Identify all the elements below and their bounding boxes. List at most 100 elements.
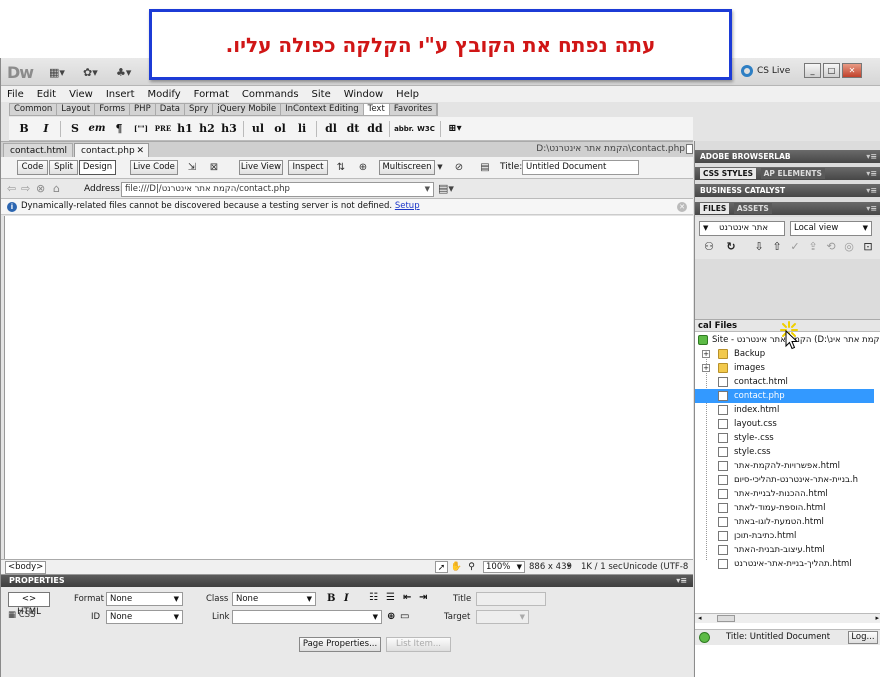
dt-button[interactable]: dt (342, 122, 364, 135)
dd-button[interactable]: dd (364, 122, 386, 135)
check-out-icon[interactable]: ✓ (787, 238, 803, 253)
tab-data[interactable]: Data (156, 104, 185, 115)
tree-file[interactable]: style.css (695, 445, 874, 459)
scroll-left-icon[interactable]: ◂ (698, 614, 702, 622)
window-size[interactable]: 886 x 439 (529, 562, 572, 572)
menu-window[interactable]: Window (344, 89, 383, 100)
panel-menu-icon[interactable]: ▾≡ (866, 167, 877, 180)
sync-icon[interactable]: ⟲ (823, 238, 839, 253)
back-icon[interactable]: ⇦ (7, 182, 16, 195)
menu-file[interactable]: File (7, 89, 24, 100)
layout-switcher-icon[interactable]: ▦▾ (49, 65, 65, 79)
menu-modify[interactable]: Modify (148, 89, 181, 100)
forward-icon[interactable]: ⇨ (21, 182, 30, 195)
tab-favorites[interactable]: Favorites (390, 104, 438, 115)
log-button[interactable]: Log... (848, 631, 878, 644)
get-files-icon[interactable]: ⇩ (751, 238, 767, 253)
site-icon[interactable]: ♣▾ (116, 65, 131, 79)
italic-button[interactable]: I (35, 122, 57, 135)
tab-spry[interactable]: Spry (185, 104, 214, 115)
tree-file[interactable]: index.html (695, 403, 874, 417)
tree-file[interactable]: בניית-אתר-אינטרנט-תהליכי-סיום.h (695, 473, 874, 487)
menu-help[interactable]: Help (396, 89, 419, 100)
extend-icon[interactable]: ✿▾ (83, 65, 98, 79)
list-item-button[interactable]: List Item... (386, 637, 451, 652)
multiscreen-button[interactable]: Multiscreen (379, 160, 435, 175)
cs-live-button[interactable]: CS Live (741, 65, 790, 77)
preview-icon[interactable]: ⊘ (451, 161, 467, 174)
panel-menu-icon[interactable]: ▾≡ (676, 575, 687, 587)
browser-options-icon[interactable]: ▤▾ (438, 182, 454, 195)
li-button[interactable]: li (291, 122, 313, 135)
close-tab-icon[interactable]: ✕ (136, 144, 144, 158)
ul-button[interactable]: ul (247, 122, 269, 135)
menu-insert[interactable]: Insert (106, 89, 135, 100)
hand-tool-icon[interactable]: ✋ (450, 561, 463, 573)
chevron-down-icon[interactable]: ▼ (425, 183, 430, 196)
check-in-icon[interactable]: ⇪ (805, 238, 821, 253)
tab-forms[interactable]: Forms (95, 104, 131, 115)
tree-file[interactable]: עיצוב-תבנית-האתר.html (695, 543, 874, 557)
menu-format[interactable]: Format (194, 89, 229, 100)
file-management-icon[interactable]: ▤ (477, 161, 493, 174)
html-mode-button[interactable]: <> HTML (8, 592, 50, 617)
visual-aids-icon[interactable]: ⊠ (206, 161, 222, 174)
title-input[interactable]: Untitled Document (522, 160, 639, 175)
id-select[interactable]: None ▼ (106, 610, 183, 624)
properties-header[interactable]: PROPERTIES ▾≡ (1, 575, 693, 587)
tab-incontext-editing[interactable]: InContext Editing (281, 104, 364, 115)
panel-menu-icon[interactable]: ▾≡ (866, 184, 877, 197)
scroll-thumb[interactable] (717, 615, 735, 622)
view-select[interactable]: Local view ▼ (790, 221, 872, 236)
tab-php[interactable]: PHP (130, 104, 156, 115)
design-view[interactable] (4, 216, 693, 559)
chevron-down-icon[interactable]: ▼ (435, 161, 445, 174)
indent-icon[interactable]: ⇥ (419, 592, 427, 603)
tree-file-selected[interactable]: contact.php (695, 389, 874, 403)
link-input[interactable]: ▼ (232, 610, 382, 624)
unordered-list-icon[interactable]: ☷ (369, 592, 378, 603)
tree-file[interactable]: כתיבת-תוכן.html (695, 529, 874, 543)
site-select[interactable]: אתר אינטרנט ▼ (699, 221, 785, 236)
css-styles-panel-header[interactable]: CSS STYLES AP ELEMENTS ▾≡ (695, 167, 880, 180)
connect-icon[interactable]: ⚇ (701, 238, 717, 253)
format-select[interactable]: None ▼ (106, 592, 183, 606)
bold-button[interactable]: B (13, 122, 35, 135)
tree-folder-images[interactable]: + images (695, 361, 874, 375)
panel-menu-icon[interactable]: ▾≡ (866, 202, 877, 215)
tag-selector[interactable]: <body> (5, 561, 47, 574)
h2-button[interactable]: h2 (196, 122, 218, 135)
minimize-button[interactable]: _ (804, 63, 821, 78)
home-icon[interactable]: ⌂ (53, 182, 60, 195)
tree-file[interactable]: הטמעת-לוגו-באתר.html (695, 515, 874, 529)
live-view-button[interactable]: Live View (239, 160, 283, 175)
class-select[interactable]: None ▼ (232, 592, 316, 606)
close-button[interactable]: ✕ (842, 63, 862, 78)
menu-site[interactable]: Site (312, 89, 331, 100)
expand-icon[interactable]: + (702, 350, 710, 358)
abbr-button[interactable]: abbr. (393, 125, 415, 133)
horizontal-scrollbar[interactable]: ◂ ▸ (695, 613, 880, 623)
outdent-icon[interactable]: ⇤ (403, 592, 411, 603)
tree-file[interactable]: layout.css (695, 417, 874, 431)
live-code-button[interactable]: Live Code (130, 160, 178, 175)
tree-file[interactable]: תהליך-בניית-אתר-אינטרנט.html (695, 557, 874, 571)
code-view-button[interactable]: Code (17, 160, 48, 175)
bold-icon[interactable]: B (327, 593, 335, 604)
tab-common[interactable]: Common (10, 104, 58, 115)
tab-text[interactable]: Text (363, 104, 390, 115)
tree-file[interactable]: הוספת-עמוד-לאתר.html (695, 501, 874, 515)
stop-icon[interactable]: ⊗ (36, 182, 45, 195)
preview-browser-icon[interactable]: ⊕ (355, 161, 371, 174)
business-catalyst-panel-header[interactable]: BUSINESS CATALYST ▾≡ (695, 184, 880, 197)
target-select[interactable]: ▼ (476, 610, 529, 624)
expand-icon[interactable]: ◎ (841, 238, 857, 253)
page-properties-button[interactable]: Page Properties... (299, 637, 381, 652)
tab-ap-elements[interactable]: AP ELEMENTS (760, 168, 825, 179)
tree-file[interactable]: style-.css (695, 431, 874, 445)
browserlab-panel-header[interactable]: ADOBE BROWSERLAB ▾≡ (695, 150, 880, 163)
tab-contact-html[interactable]: contact.html (3, 143, 73, 158)
scroll-right-icon[interactable]: ▸ (875, 614, 879, 622)
tab-layout[interactable]: Layout (57, 104, 96, 115)
design-view-button[interactable]: Design (79, 160, 116, 175)
